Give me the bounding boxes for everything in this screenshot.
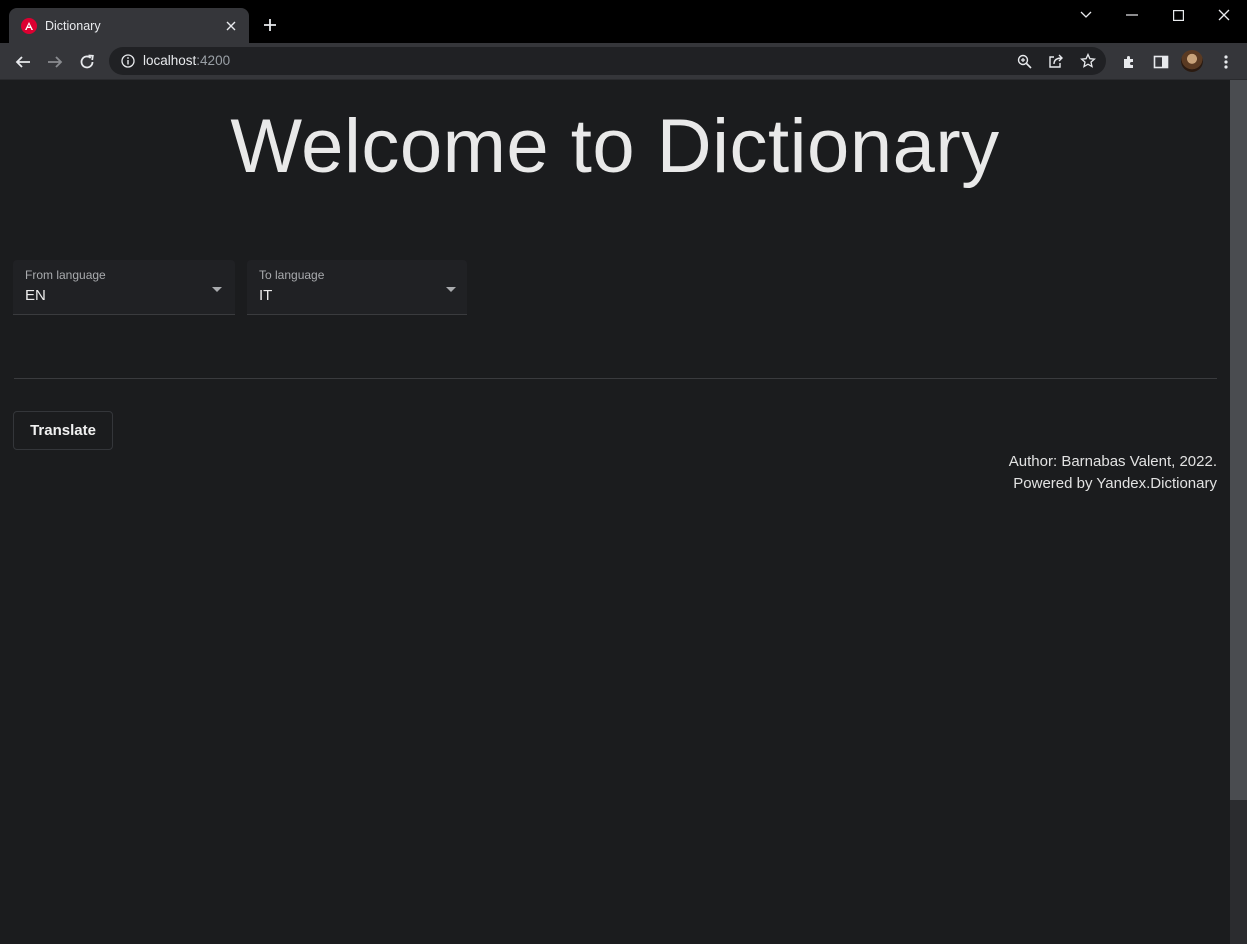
tab-title: Dictionary [45, 18, 101, 33]
close-tab-icon[interactable] [223, 18, 239, 34]
footer: Author: Barnabas Valent, 2022. Powered b… [1009, 451, 1217, 495]
forward-button[interactable] [42, 49, 68, 75]
scrollbar-thumb[interactable] [1230, 80, 1247, 800]
divider [14, 378, 1217, 379]
url-port: :4200 [196, 53, 231, 68]
address-bar[interactable]: localhost:4200 [109, 47, 1106, 75]
close-window-button[interactable] [1201, 0, 1247, 30]
page-viewport [0, 80, 1230, 944]
minimize-button[interactable] [1109, 0, 1155, 30]
chevron-down-icon [212, 287, 222, 292]
maximize-button[interactable] [1155, 0, 1201, 30]
powered-by-credit: Powered by Yandex.Dictionary [1013, 475, 1217, 492]
menu-kebab-icon[interactable] [1213, 49, 1239, 75]
to-language-select[interactable]: To language IT [247, 260, 467, 315]
angular-icon [21, 17, 37, 34]
profile-avatar[interactable] [1181, 50, 1203, 72]
from-language-select[interactable]: From language EN [13, 260, 235, 315]
author-credit: Author: Barnabas Valent, 2022. [1008, 453, 1217, 470]
from-language-label: From language [25, 268, 106, 282]
reload-button[interactable] [74, 49, 100, 75]
browser-tab-dictionary[interactable]: Dictionary [9, 8, 249, 43]
tab-search-button[interactable] [1063, 0, 1109, 30]
to-language-label: To language [259, 268, 325, 282]
new-tab-button[interactable] [259, 14, 281, 36]
chevron-down-icon [446, 287, 456, 292]
bookmark-star-icon[interactable] [1079, 52, 1097, 70]
share-icon[interactable] [1047, 52, 1065, 70]
zoom-icon[interactable] [1015, 52, 1033, 70]
translate-button[interactable]: Translate [13, 411, 113, 450]
page-title: Welcome to Dictionary [230, 104, 1000, 189]
url-text: localhost:4200 [143, 53, 230, 68]
site-info-icon[interactable] [120, 53, 136, 69]
browser-titlebar: Dictionary [0, 0, 1247, 43]
side-panel-icon[interactable] [1148, 49, 1174, 75]
from-language-value: EN [25, 287, 46, 304]
extensions-icon[interactable] [1116, 49, 1142, 75]
back-button[interactable] [10, 49, 36, 75]
url-host: localhost [143, 53, 197, 68]
to-language-value: IT [259, 287, 273, 304]
